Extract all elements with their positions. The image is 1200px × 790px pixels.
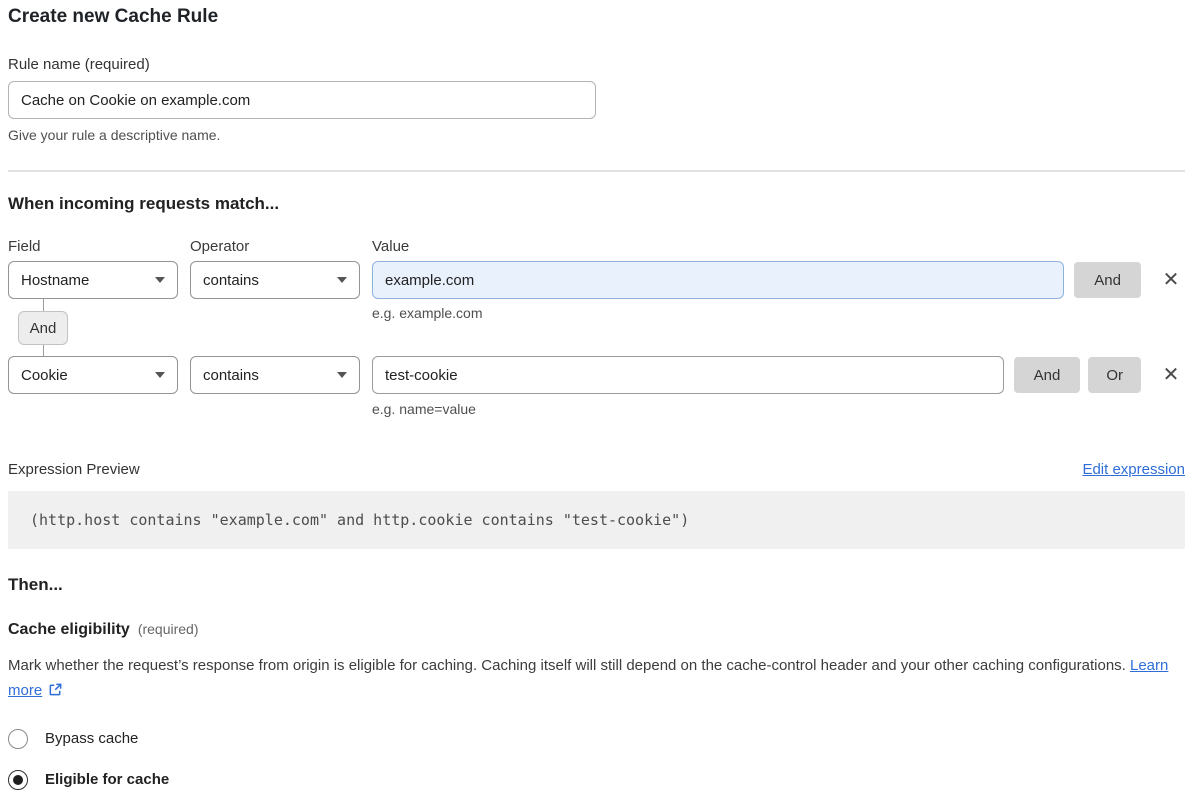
field-select-value: Hostname bbox=[21, 272, 89, 289]
edit-expression-link[interactable]: Edit expression bbox=[1082, 461, 1185, 478]
cache-eligibility-description: Mark whether the request’s response from… bbox=[8, 654, 1185, 706]
create-cache-rule-page: Create new Cache Rule Rule name (require… bbox=[0, 0, 1200, 790]
value-hint: e.g. name=value bbox=[372, 401, 1185, 417]
add-and-condition-button[interactable]: And bbox=[1074, 262, 1141, 298]
value-column-label: Value bbox=[372, 238, 409, 255]
required-note: (required) bbox=[138, 621, 199, 637]
condition-row: Hostname contains And ✕ bbox=[8, 261, 1185, 299]
operator-select-value: contains bbox=[203, 367, 259, 384]
operator-select[interactable]: contains bbox=[190, 261, 360, 299]
chevron-down-icon bbox=[155, 372, 165, 378]
expression-preview-label: Expression Preview bbox=[8, 461, 140, 478]
field-select-value: Cookie bbox=[21, 367, 68, 384]
operator-select[interactable]: contains bbox=[190, 356, 360, 394]
match-heading: When incoming requests match... bbox=[8, 194, 1185, 214]
rule-name-label: Rule name (required) bbox=[8, 56, 1185, 73]
operator-column-label: Operator bbox=[190, 238, 372, 255]
radio-unselected-icon[interactable] bbox=[8, 729, 28, 749]
condition-column-labels: Field Operator Value bbox=[8, 238, 1185, 255]
cache-eligibility-title: Cache eligibility bbox=[8, 621, 130, 639]
section-divider bbox=[8, 170, 1185, 172]
condition-connector-area: And e.g. example.com bbox=[8, 299, 1185, 356]
expression-code: (http.host contains "example.com" and ht… bbox=[8, 491, 1185, 549]
connector-line bbox=[43, 299, 44, 311]
field-select[interactable]: Cookie bbox=[8, 356, 178, 394]
expression-preview-header: Expression Preview Edit expression bbox=[8, 461, 1185, 478]
chevron-down-icon bbox=[337, 372, 347, 378]
field-column-label: Field bbox=[8, 238, 190, 255]
external-link-icon bbox=[48, 681, 63, 706]
field-select[interactable]: Hostname bbox=[8, 261, 178, 299]
page-title: Create new Cache Rule bbox=[8, 6, 1185, 28]
radio-selected-icon[interactable] bbox=[8, 770, 28, 790]
connector-and-chip[interactable]: And bbox=[18, 311, 68, 345]
radio-option-label: Bypass cache bbox=[45, 730, 138, 747]
value-hint: e.g. example.com bbox=[372, 305, 483, 321]
cache-eligibility-heading: Cache eligibility (required) bbox=[8, 621, 1185, 639]
add-or-condition-button[interactable]: Or bbox=[1088, 357, 1141, 393]
rule-name-help: Give your rule a descriptive name. bbox=[8, 127, 1185, 143]
connector-line bbox=[43, 345, 44, 356]
chevron-down-icon bbox=[337, 277, 347, 283]
rule-name-input[interactable] bbox=[8, 81, 596, 119]
operator-select-value: contains bbox=[203, 272, 259, 289]
value-input[interactable] bbox=[372, 261, 1064, 299]
remove-condition-icon[interactable]: ✕ bbox=[1157, 361, 1185, 389]
radio-option-eligible-for-cache[interactable]: Eligible for cache bbox=[8, 770, 1185, 790]
value-input[interactable] bbox=[372, 356, 1004, 394]
remove-condition-icon[interactable]: ✕ bbox=[1157, 266, 1185, 294]
chevron-down-icon bbox=[155, 277, 165, 283]
radio-option-label: Eligible for cache bbox=[45, 771, 169, 788]
condition-row: Cookie contains And Or ✕ bbox=[8, 356, 1185, 394]
then-heading: Then... bbox=[8, 575, 1185, 595]
add-and-condition-button[interactable]: And bbox=[1014, 357, 1081, 393]
description-text: Mark whether the request’s response from… bbox=[8, 657, 1130, 674]
radio-option-bypass-cache[interactable]: Bypass cache bbox=[8, 729, 1185, 749]
